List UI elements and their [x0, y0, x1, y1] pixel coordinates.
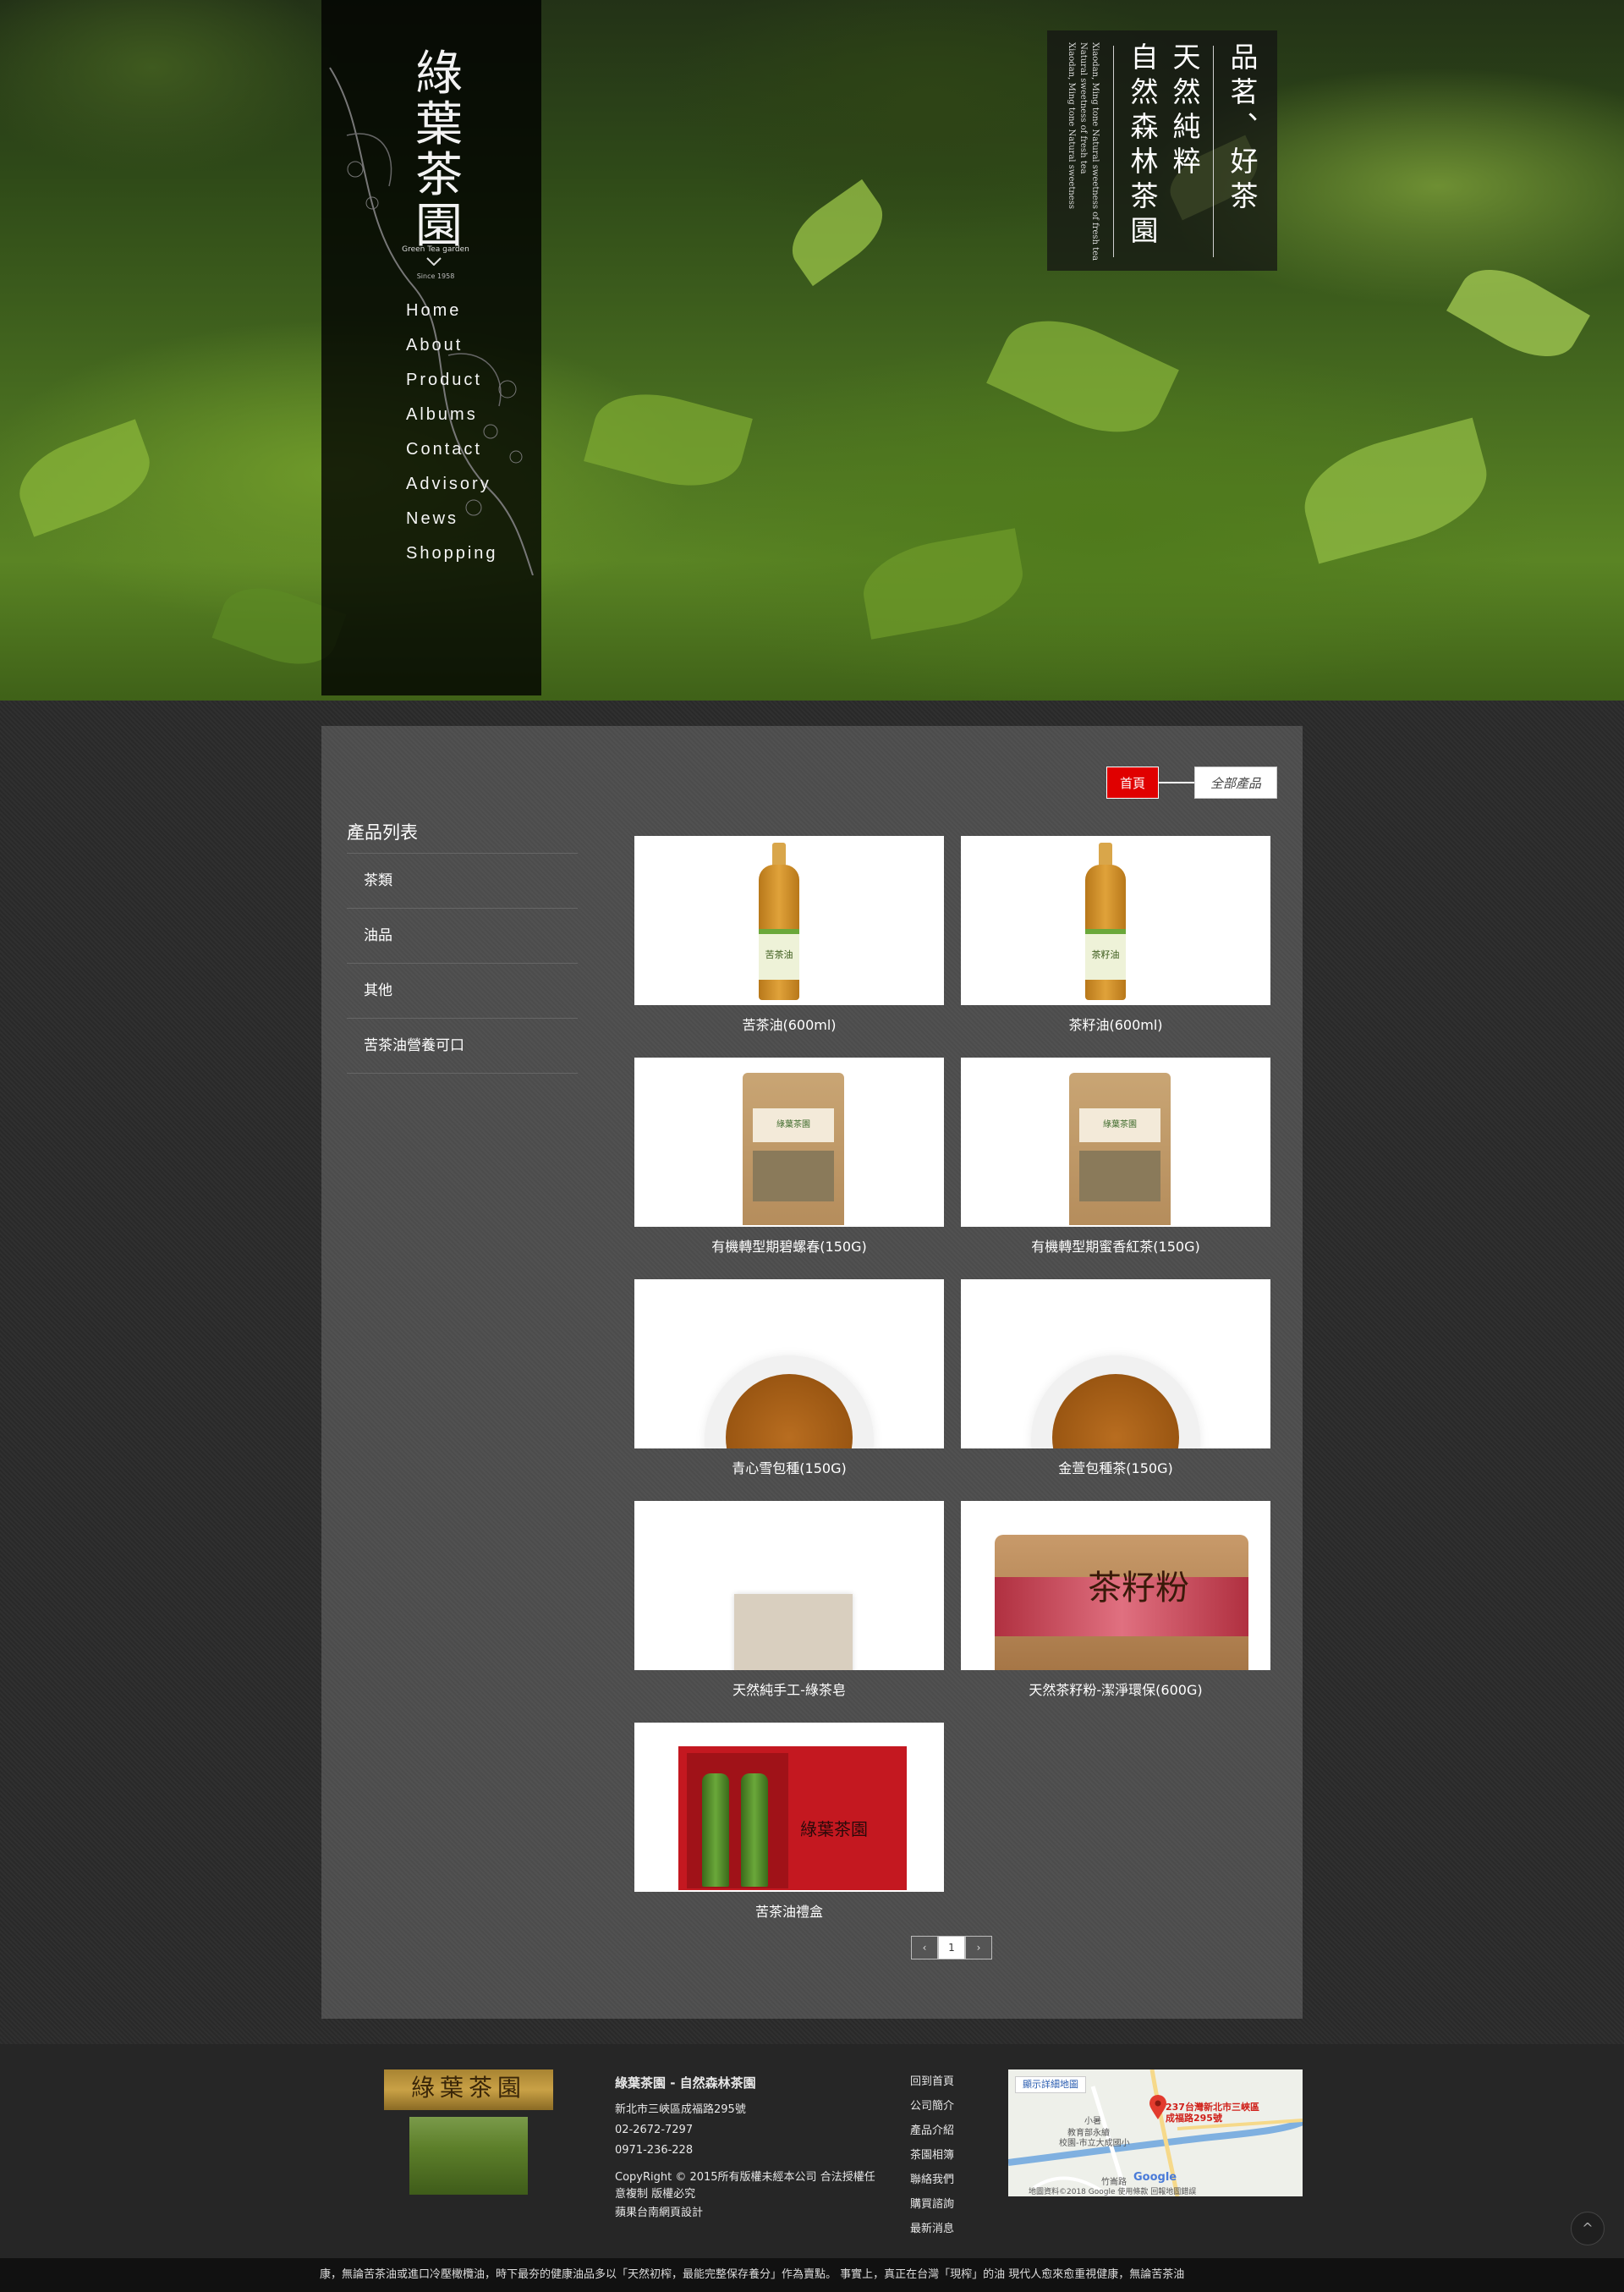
product-card[interactable]: 綠葉茶園 有機轉型期蜜香紅茶(150G) — [961, 1058, 1270, 1279]
footer-link-contact[interactable]: 聯絡我們 — [910, 2168, 978, 2192]
category-item-tea[interactable]: 茶類 — [347, 854, 578, 909]
product-image[interactable]: 綠葉茶園 — [634, 1058, 944, 1227]
footer-copyright: CopyRight © 2015所有版權未經本公司 合法授權任意複制 版權必究 — [615, 2171, 875, 2201]
nav-item-contact[interactable]: Contact — [406, 437, 533, 471]
product-card[interactable]: 青心雪包種(150G) — [634, 1279, 944, 1501]
leaf-mark-icon — [426, 257, 442, 266]
brand-since: Since 1958 — [416, 272, 455, 280]
footer-link-advisory[interactable]: 購買諮詢 — [910, 2192, 978, 2217]
nav-item-product[interactable]: Product — [406, 367, 533, 402]
footer-logo-text: 綠葉茶園 — [410, 2074, 526, 2102]
nav-item-advisory[interactable]: Advisory — [406, 471, 533, 506]
footer-link-products[interactable]: 產品介紹 — [910, 2119, 978, 2143]
slogan-line-3: 自然森林茶園 — [1126, 42, 1159, 250]
product-card[interactable]: 金萱包種茶(150G) — [961, 1279, 1270, 1501]
nav-item-albums[interactable]: Albums — [406, 402, 533, 437]
slogan-box: 品茗、好茶 天然純粹 自然森林茶園 Xiaodan, Ming tone Nat… — [1047, 30, 1277, 271]
google-logo: Google — [1133, 2171, 1177, 2184]
product-name[interactable]: 有機轉型期蜜香紅茶(150G) — [961, 1235, 1270, 1256]
footer-link-news[interactable]: 最新消息 — [910, 2217, 978, 2241]
footer-link-about[interactable]: 公司簡介 — [910, 2094, 978, 2119]
slogan-en-3: Xiaodan, Ming tone Natural sweetness — [1067, 42, 1076, 209]
category-item-camellia-oil[interactable]: 苦茶油營養可口 — [347, 1019, 578, 1074]
product-image[interactable]: 綠葉茶園 — [634, 1723, 944, 1892]
product-name[interactable]: 有機轉型期碧螺春(150G) — [634, 1235, 944, 1256]
prev-page-button[interactable]: ‹ — [911, 1936, 938, 1959]
product-card[interactable]: 綠葉茶園 苦茶油禮盒 — [634, 1723, 944, 1944]
footer-phone-2: 0971-236-228 — [615, 2144, 694, 2157]
breadcrumb-home[interactable]: 首頁 — [1106, 767, 1159, 799]
breadcrumb-current: 全部產品 — [1194, 767, 1277, 799]
footer-title: 綠葉茶園 - 自然森林茶園 — [615, 2075, 756, 2091]
footer-info: 綠葉茶園 - 自然森林茶園 新北市三峽區成福路295號 02-2672-7297… — [615, 2073, 886, 2223]
category-item-other[interactable]: 其他 — [347, 964, 578, 1019]
product-name[interactable]: 金萱包種茶(150G) — [961, 1457, 1270, 1477]
breadcrumb: 首頁 全部產品 — [1106, 767, 1277, 799]
nav-item-shopping[interactable]: Shopping — [406, 541, 533, 575]
nav-item-about[interactable]: About — [406, 333, 533, 367]
footer-links: 回到首頁 公司簡介 產品介紹 茶園相簿 聯絡我們 購買諮詢 最新消息 — [910, 2069, 978, 2241]
product-card[interactable]: 綠葉茶園 有機轉型期碧螺春(150G) — [634, 1058, 944, 1279]
product-card[interactable]: 茶籽粉天然茶籽粉-潔淨環保(600G) — [961, 1501, 1270, 1723]
product-image[interactable] — [634, 1279, 944, 1448]
footer-address: 新北市三峽區成福路295號 — [615, 2103, 746, 2116]
back-to-top-button[interactable]: ^ — [1571, 2212, 1605, 2245]
logo-nav-panel: 綠葉茶園 Green Tea garden Since 1958 Home Ab… — [321, 0, 541, 695]
product-name[interactable]: 茶籽油(600ml) — [961, 1014, 1270, 1034]
product-section: 首頁 全部產品 產品列表 茶類 油品 其他 苦茶油營養可口 苦茶油苦茶油(600… — [321, 726, 1303, 2019]
product-name[interactable]: 天然純手工-綠茶皂 — [634, 1679, 944, 1699]
footer-link-home[interactable]: 回到首頁 — [910, 2069, 978, 2094]
footer-map[interactable]: 顯示詳細地圖 237台灣新北市三峽區成福路295號 小暑 教育部永續 校園-市立… — [1008, 2069, 1303, 2196]
pagination: ‹ 1 › — [911, 1936, 992, 1959]
product-image[interactable]: 苦茶油 — [634, 836, 944, 1005]
product-name[interactable]: 天然茶籽粉-潔淨環保(600G) — [961, 1679, 1270, 1699]
product-name[interactable]: 青心雪包種(150G) — [634, 1457, 944, 1477]
brand-logo-en: Green Tea garden — [402, 245, 469, 254]
footer-phone-1: 02-2672-7297 — [615, 2124, 694, 2136]
category-title: 產品列表 — [347, 822, 418, 843]
product-image[interactable]: 綠葉茶園 — [961, 1058, 1270, 1227]
product-card[interactable]: 天然純手工-綠茶皂 — [634, 1501, 944, 1723]
news-marquee: 康，無論苦茶油或進口冷壓橄欖油，時下最夯的健康油品多以「天然初榨，最能完整保存養… — [0, 2258, 1624, 2292]
category-list: 茶類 油品 其他 苦茶油營養可口 — [347, 853, 578, 1074]
product-card[interactable]: 苦茶油苦茶油(600ml) — [634, 836, 944, 1058]
product-name[interactable]: 苦茶油(600ml) — [634, 1014, 944, 1034]
product-image[interactable] — [634, 1501, 944, 1670]
footer-designer-link[interactable]: 蘋果台南網頁設計 — [615, 2203, 886, 2223]
map-pin-icon — [1149, 2095, 1166, 2119]
footer-link-albums[interactable]: 茶園相簿 — [910, 2143, 978, 2168]
product-name[interactable]: 苦茶油禮盒 — [634, 1900, 944, 1921]
slogan-en-1: Xiaodan, Ming tone Natural sweetness of … — [1090, 42, 1100, 261]
product-image[interactable]: 茶籽粉 — [961, 1501, 1270, 1670]
map-detail-button[interactable]: 顯示詳細地圖 — [1015, 2076, 1086, 2093]
product-image[interactable] — [961, 1279, 1270, 1448]
brand-logo[interactable]: 綠葉茶園 — [403, 49, 479, 252]
map-attribution[interactable]: 地圖資料©2018 Google 使用條款 回報地圖錯誤 — [1029, 2185, 1196, 2196]
category-item-oil[interactable]: 油品 — [347, 909, 578, 964]
product-image[interactable]: 茶籽油 — [961, 836, 1270, 1005]
marquee-text[interactable]: 康，無論苦茶油或進口冷壓橄欖油，時下最夯的健康油品多以「天然初榨，最能完整保存養… — [320, 2258, 1304, 2292]
slogan-line-2: 天然純粹 — [1168, 42, 1201, 181]
footer: 綠葉茶園 綠葉茶園 - 自然森林茶園 新北市三峽區成福路295號 02-2672… — [0, 2044, 1624, 2258]
hero-banner: 綠葉茶園 Green Tea garden Since 1958 Home Ab… — [0, 0, 1624, 701]
nav-item-home[interactable]: Home — [406, 298, 533, 333]
footer-garden-photo — [409, 2117, 528, 2195]
next-page-button[interactable]: › — [965, 1936, 992, 1959]
map-place-3: 校園-市立大成國小 — [1059, 2139, 1130, 2148]
main-nav: Home About Product Albums Contact Adviso… — [406, 298, 533, 575]
slogan-line-1: 品茗、好茶 — [1226, 42, 1259, 216]
slogan-en-2: Natural sweetness of fresh tea — [1078, 42, 1088, 174]
product-card[interactable]: 茶籽油茶籽油(600ml) — [961, 836, 1270, 1058]
nav-item-news[interactable]: News — [406, 506, 533, 541]
footer-logo[interactable]: 綠葉茶園 — [384, 2069, 553, 2110]
map-place-1: 小暑 — [1084, 2117, 1101, 2126]
map-address-label: 237台灣新北市三峽區成福路295號 — [1166, 2102, 1259, 2124]
page-1-button[interactable]: 1 — [938, 1936, 965, 1959]
